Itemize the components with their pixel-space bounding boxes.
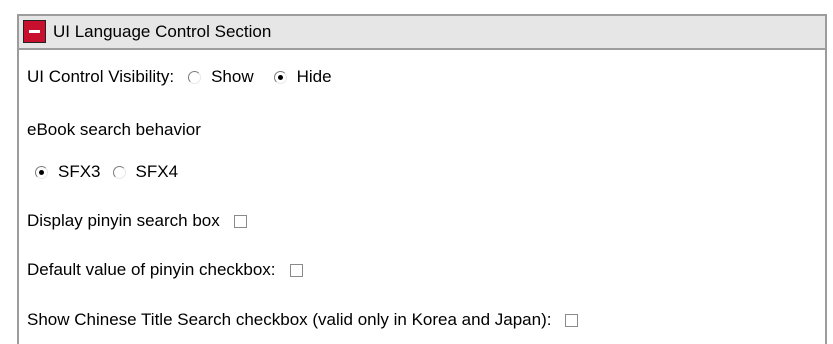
ui-control-visibility-row: UI Control Visibility: Show Hide [27, 67, 336, 87]
pinyin-search-box-row: Display pinyin search box [27, 211, 247, 231]
sfx4-radio[interactable] [112, 165, 126, 179]
sfx4-radio-label: SFX4 [135, 162, 179, 181]
sfx3-radio[interactable] [35, 165, 48, 179]
hide-radio-label: Hide [296, 67, 332, 86]
pinyin-default-label: Default value of pinyin checkbox: [27, 260, 276, 279]
ebook-search-behavior-label: eBook search behavior [27, 120, 201, 139]
pinyin-search-box-checkbox[interactable] [233, 214, 247, 228]
hide-radio[interactable] [273, 70, 287, 84]
pinyin-default-checkbox[interactable] [289, 263, 303, 277]
pinyin-search-box-label: Display pinyin search box [27, 211, 220, 230]
chinese-title-search-label: Show Chinese Title Search checkbox (vali… [27, 310, 552, 329]
collapse-minus-icon[interactable] [23, 20, 46, 43]
ui-control-visibility-label: UI Control Visibility: [27, 67, 175, 86]
sfx3-radio-label: SFX3 [58, 162, 101, 181]
show-radio[interactable] [188, 70, 202, 84]
chinese-title-search-row: Show Chinese Title Search checkbox (vali… [27, 310, 579, 330]
ui-language-control-panel: UI Language Control Section UI Control V… [17, 14, 827, 344]
show-radio-label: Show [211, 67, 254, 86]
ebook-search-behavior-options: SFX3 SFX4 [27, 162, 182, 182]
ebook-search-behavior-label-row: eBook search behavior [27, 120, 201, 140]
section-title: UI Language Control Section [53, 22, 272, 41]
pinyin-default-row: Default value of pinyin checkbox: [27, 260, 303, 280]
chinese-title-search-checkbox[interactable] [565, 313, 579, 327]
section-header: UI Language Control Section [19, 16, 825, 50]
